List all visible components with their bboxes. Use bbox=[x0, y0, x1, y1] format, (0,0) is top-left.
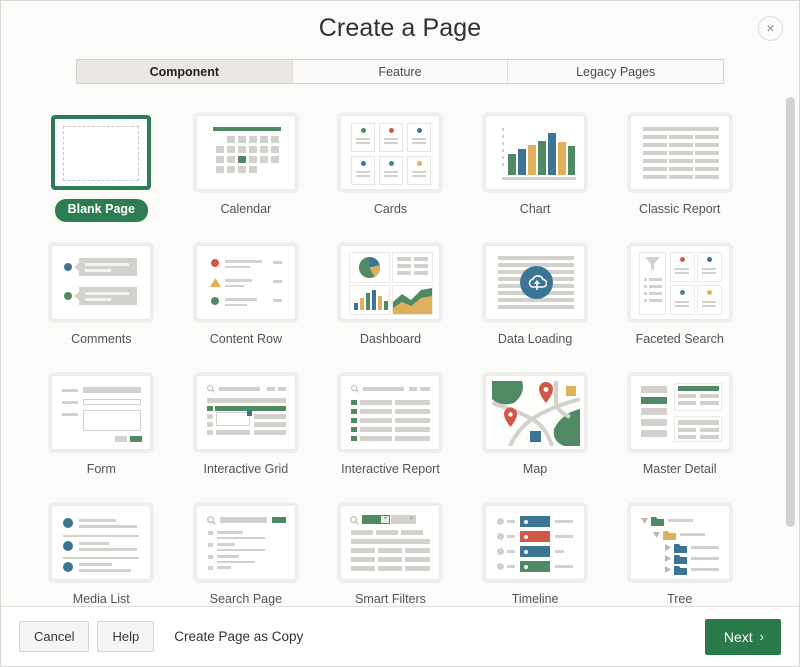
page-type-tile-faceted-search[interactable]: Faceted Search bbox=[607, 235, 752, 365]
tile-label: Tree bbox=[667, 592, 693, 606]
smart-filters-icon: × × bbox=[340, 505, 441, 580]
tab-bar: Component Feature Legacy Pages bbox=[1, 59, 799, 93]
tile-label: Media List bbox=[72, 592, 130, 606]
page-type-tile-search-page[interactable]: Search Page bbox=[174, 495, 319, 606]
map-icon bbox=[485, 375, 586, 450]
page-type-tile-classic-report[interactable]: Classic Report bbox=[607, 105, 752, 235]
tile-label: Blank Page bbox=[54, 199, 148, 222]
timeline-icon bbox=[485, 505, 586, 580]
page-type-tile-interactive-grid[interactable]: Interactive Grid bbox=[174, 365, 319, 495]
tile-label: Chart bbox=[519, 202, 551, 216]
tile-label: Interactive Grid bbox=[203, 462, 289, 476]
create-page-dialog: Create a Page × Component Feature Legacy… bbox=[0, 0, 800, 667]
gallery-scrollbar-thumb[interactable] bbox=[786, 97, 795, 527]
cancel-button[interactable]: Cancel bbox=[19, 621, 90, 652]
page-type-tile-content-row[interactable]: Content Row bbox=[174, 235, 319, 365]
tab-component[interactable]: Component bbox=[77, 60, 293, 83]
page-type-gallery: Blank Page Calendar Cards Chart Classic … bbox=[1, 93, 799, 606]
tile-label: Data Loading bbox=[497, 332, 573, 346]
tile-label: Content Row bbox=[209, 332, 283, 346]
page-type-tile-timeline[interactable]: Timeline bbox=[463, 495, 608, 606]
dashboard-icon bbox=[340, 245, 441, 320]
page-type-tile-map[interactable]: Map bbox=[463, 365, 608, 495]
interactive-report-icon bbox=[340, 375, 441, 450]
classic-report-icon bbox=[629, 115, 730, 190]
content-row-icon bbox=[195, 245, 296, 320]
page-type-tile-form[interactable]: Form bbox=[29, 365, 174, 495]
next-button[interactable]: Next › bbox=[704, 618, 781, 655]
master-detail-icon bbox=[629, 375, 730, 450]
page-type-tile-interactive-report[interactable]: Interactive Report bbox=[318, 365, 463, 495]
data-loading-icon bbox=[485, 245, 586, 320]
tab-list: Component Feature Legacy Pages bbox=[76, 59, 724, 84]
cards-icon bbox=[340, 115, 441, 190]
close-icon[interactable]: × bbox=[758, 16, 783, 41]
page-type-tile-calendar[interactable]: Calendar bbox=[174, 105, 319, 235]
blank-page-icon bbox=[51, 115, 152, 190]
search-page-icon bbox=[195, 505, 296, 580]
page-type-tile-comments[interactable]: Comments bbox=[29, 235, 174, 365]
dialog-header: Create a Page × bbox=[1, 1, 799, 59]
tab-legacy-pages[interactable]: Legacy Pages bbox=[508, 60, 723, 83]
chevron-right-icon: › bbox=[759, 629, 764, 644]
interactive-grid-icon bbox=[195, 375, 296, 450]
page-title: Create a Page bbox=[318, 14, 482, 42]
tile-label: Form bbox=[86, 462, 116, 476]
tile-label: Map bbox=[522, 462, 548, 476]
page-type-grid: Blank Page Calendar Cards Chart Classic … bbox=[1, 93, 780, 606]
media-list-icon bbox=[51, 505, 152, 580]
tile-label: Classic Report bbox=[639, 202, 721, 216]
tile-label: Interactive Report bbox=[341, 462, 440, 476]
page-type-tile-media-list[interactable]: Media List bbox=[29, 495, 174, 606]
page-type-tile-data-loading[interactable]: Data Loading bbox=[463, 235, 608, 365]
form-icon bbox=[51, 375, 152, 450]
tree-icon bbox=[629, 505, 730, 580]
page-type-tile-blank-page[interactable]: Blank Page bbox=[29, 105, 174, 235]
tile-label: Timeline bbox=[511, 592, 559, 606]
tile-label: Master Detail bbox=[642, 462, 717, 476]
next-button-label: Next bbox=[723, 628, 753, 645]
page-type-tile-cards[interactable]: Cards bbox=[318, 105, 463, 235]
page-type-tile-chart[interactable]: Chart bbox=[463, 105, 608, 235]
tile-label: Calendar bbox=[220, 202, 272, 216]
faceted-search-icon bbox=[629, 245, 730, 320]
gallery-scrollbar-track[interactable] bbox=[786, 93, 797, 606]
page-type-tile-dashboard[interactable]: Dashboard bbox=[318, 235, 463, 365]
tile-label: Smart Filters bbox=[355, 592, 426, 606]
tile-label: Dashboard bbox=[359, 332, 422, 346]
tile-label: Search Page bbox=[209, 592, 283, 606]
dialog-footer: Cancel Help Create Page as Copy Next › bbox=[1, 606, 799, 666]
calendar-icon bbox=[195, 115, 296, 190]
page-type-tile-master-detail[interactable]: Master Detail bbox=[607, 365, 752, 495]
create-page-as-copy-link[interactable]: Create Page as Copy bbox=[174, 629, 303, 644]
tab-feature[interactable]: Feature bbox=[292, 60, 509, 83]
tile-label: Faceted Search bbox=[635, 332, 724, 346]
tile-label: Cards bbox=[373, 202, 408, 216]
help-button[interactable]: Help bbox=[97, 621, 155, 652]
chart-icon bbox=[485, 115, 586, 190]
page-type-tile-tree[interactable]: Tree bbox=[607, 495, 752, 606]
tile-label: Comments bbox=[71, 332, 132, 346]
page-type-tile-smart-filters[interactable]: × × Smart Filters bbox=[318, 495, 463, 606]
comments-icon bbox=[51, 245, 152, 320]
